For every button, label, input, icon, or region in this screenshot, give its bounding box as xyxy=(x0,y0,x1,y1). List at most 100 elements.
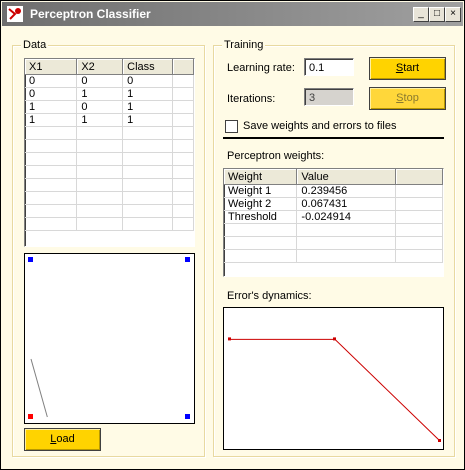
table-cell[interactable] xyxy=(25,126,78,140)
table-cell[interactable] xyxy=(76,165,124,179)
table-cell[interactable] xyxy=(172,139,194,153)
table-cell[interactable] xyxy=(25,178,78,192)
table-cell[interactable] xyxy=(122,178,174,192)
table-cell[interactable]: Weight 1 xyxy=(224,184,298,198)
table-row[interactable] xyxy=(224,249,443,263)
table-cell[interactable] xyxy=(172,217,194,231)
table-cell[interactable] xyxy=(122,204,174,218)
table-cell[interactable] xyxy=(172,152,194,166)
table-cell[interactable] xyxy=(172,126,194,140)
data-table[interactable]: X1 X2 Class 000011101111 xyxy=(24,58,195,247)
table-cell[interactable] xyxy=(76,204,124,218)
stop-button[interactable]: Stop xyxy=(369,87,446,110)
table-cell[interactable] xyxy=(25,204,78,218)
table-row[interactable]: 000 xyxy=(25,74,194,88)
table-row[interactable] xyxy=(25,126,194,140)
table-row[interactable]: 011 xyxy=(25,87,194,101)
minimize-button[interactable]: _ xyxy=(413,7,429,22)
table-cell[interactable] xyxy=(172,113,194,127)
table-cell[interactable]: 1 xyxy=(76,113,124,127)
table-cell[interactable]: 1 xyxy=(122,113,174,127)
table-cell[interactable] xyxy=(172,165,194,179)
table-row[interactable] xyxy=(25,204,194,218)
table-cell[interactable]: 1 xyxy=(122,100,174,114)
table-cell[interactable] xyxy=(172,178,194,192)
col-header-value[interactable]: Value xyxy=(296,169,397,185)
table-cell[interactable] xyxy=(76,139,124,153)
table-cell[interactable] xyxy=(122,152,174,166)
table-cell[interactable] xyxy=(395,249,443,263)
table-cell[interactable]: 1 xyxy=(76,87,124,101)
col-header-class[interactable]: Class xyxy=(122,59,174,75)
table-cell[interactable] xyxy=(296,223,397,237)
table-cell[interactable] xyxy=(76,178,124,192)
maximize-button[interactable]: □ xyxy=(429,7,445,22)
table-cell[interactable] xyxy=(76,217,124,231)
learning-rate-input[interactable]: 0.1 xyxy=(304,58,354,76)
table-cell[interactable] xyxy=(224,236,298,250)
table-cell[interactable] xyxy=(25,152,78,166)
table-cell[interactable] xyxy=(25,191,78,205)
table-cell[interactable]: 1 xyxy=(25,100,78,114)
table-row[interactable] xyxy=(224,236,443,250)
table-row[interactable]: Threshold -0.024914 xyxy=(224,210,443,224)
table-cell[interactable] xyxy=(122,126,174,140)
table-cell[interactable] xyxy=(25,139,78,153)
table-row[interactable] xyxy=(224,223,443,237)
table-cell[interactable]: 0 xyxy=(25,74,78,88)
table-cell[interactable] xyxy=(172,204,194,218)
table-row[interactable] xyxy=(25,139,194,153)
table-cell[interactable] xyxy=(122,217,174,231)
table-row[interactable]: 101 xyxy=(25,100,194,114)
table-cell[interactable] xyxy=(25,165,78,179)
table-row[interactable] xyxy=(25,178,194,192)
table-row[interactable] xyxy=(25,217,194,231)
table-cell[interactable] xyxy=(395,210,443,224)
table-cell[interactable] xyxy=(76,152,124,166)
save-checkbox-label[interactable]: Save weights and errors to files xyxy=(243,120,396,132)
col-header-weight[interactable]: Weight xyxy=(224,169,298,185)
table-cell[interactable] xyxy=(25,217,78,231)
table-cell[interactable]: Threshold xyxy=(224,210,298,224)
col-header-x1[interactable]: X1 xyxy=(25,59,78,75)
table-cell[interactable] xyxy=(172,87,194,101)
col-header-x2[interactable]: X2 xyxy=(76,59,124,75)
table-cell[interactable]: 0 xyxy=(25,87,78,101)
table-cell[interactable]: Weight 2 xyxy=(224,197,298,211)
close-button[interactable]: × xyxy=(445,7,461,22)
table-cell[interactable] xyxy=(76,126,124,140)
table-cell[interactable] xyxy=(172,191,194,205)
table-cell[interactable]: 0 xyxy=(76,74,124,88)
table-row[interactable] xyxy=(25,152,194,166)
table-cell[interactable]: 0 xyxy=(122,74,174,88)
table-row[interactable]: 111 xyxy=(25,113,194,127)
table-cell[interactable] xyxy=(395,197,443,211)
table-row[interactable]: Weight 2 0.067431 xyxy=(224,197,443,211)
table-row[interactable]: Weight 1 0.239456 xyxy=(224,184,443,198)
weights-table[interactable]: Weight Value Weight 1 0.239456 Weight 2 0.0… xyxy=(223,168,444,277)
table-cell[interactable]: 0 xyxy=(76,100,124,114)
table-cell[interactable]: 0.239456 xyxy=(296,184,397,198)
table-cell[interactable] xyxy=(122,139,174,153)
table-cell[interactable] xyxy=(224,223,298,237)
table-cell[interactable] xyxy=(76,191,124,205)
table-cell[interactable] xyxy=(224,249,298,263)
table-row[interactable] xyxy=(25,191,194,205)
table-cell[interactable]: 1 xyxy=(25,113,78,127)
load-button[interactable]: Load xyxy=(24,428,101,451)
table-cell[interactable] xyxy=(122,165,174,179)
table-cell[interactable] xyxy=(395,236,443,250)
table-cell[interactable]: 0.067431 xyxy=(296,197,397,211)
table-cell[interactable] xyxy=(395,223,443,237)
table-cell[interactable] xyxy=(172,100,194,114)
table-cell[interactable]: 1 xyxy=(122,87,174,101)
table-cell[interactable] xyxy=(122,191,174,205)
start-button[interactable]: Start xyxy=(369,57,446,80)
table-cell[interactable]: -0.024914 xyxy=(296,210,397,224)
table-cell[interactable] xyxy=(296,249,397,263)
table-cell[interactable] xyxy=(296,236,397,250)
table-cell[interactable] xyxy=(395,184,443,198)
save-checkbox[interactable] xyxy=(225,120,238,133)
title-bar[interactable]: Perceptron Classifier _ □ × xyxy=(2,2,463,26)
table-row[interactable] xyxy=(25,165,194,179)
